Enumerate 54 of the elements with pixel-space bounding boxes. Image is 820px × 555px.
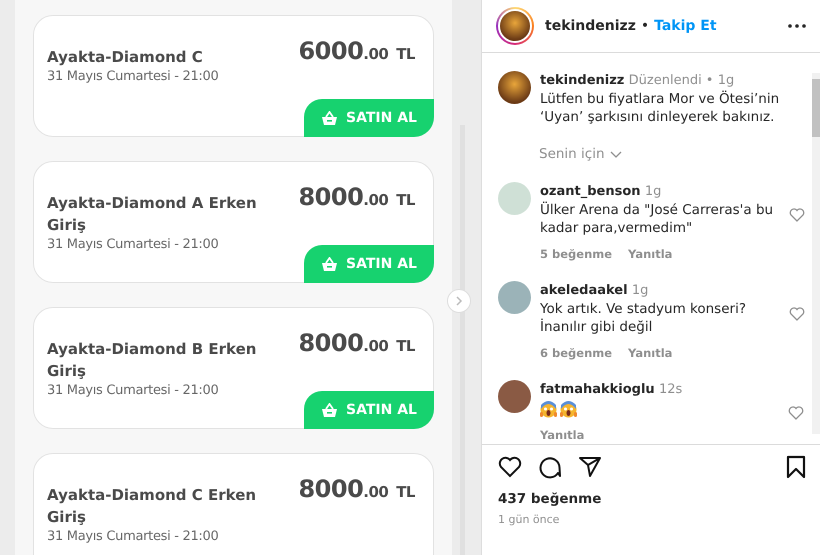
likes-count[interactable]: 6 beğenme: [540, 344, 612, 362]
screaming-face-icon: [560, 401, 577, 418]
ticket-date: 31 Mayıs Cumartesi - 21:00: [47, 237, 218, 252]
reply-link[interactable]: Yanıtla: [628, 344, 672, 362]
comment-time: 1g: [644, 184, 662, 199]
comment-time: 1g: [632, 283, 648, 298]
chevron-right-icon: [455, 296, 463, 306]
ticket-date: 31 Mayıs Cumartesi - 21:00: [47, 529, 218, 544]
likes-count[interactable]: 437 beğenme: [498, 491, 602, 507]
edited-label: Düzenlendi •: [628, 73, 714, 88]
avatar[interactable]: [496, 7, 534, 45]
ticket-price: 8000.00 TL: [298, 474, 415, 505]
avatar[interactable]: [498, 380, 531, 413]
ticket-name: Ayakta-Diamond C Erken Giriş: [47, 485, 258, 528]
buy-button[interactable]: SATIN AL: [304, 245, 434, 283]
comment-time: 12s: [658, 382, 682, 397]
scrollbar[interactable]: [812, 73, 820, 434]
comment-icon[interactable]: [538, 455, 562, 479]
likes-count[interactable]: 5 beğenme: [540, 245, 612, 263]
comment-text: Yok artık. Ve stadyum konseri? İnanılır gibi değil: [540, 300, 747, 336]
basket-icon: [321, 402, 338, 418]
separator-dot: •: [640, 18, 650, 34]
buy-button[interactable]: SATIN AL: [304, 391, 434, 429]
ticket-price: 8000.00 TL: [298, 182, 415, 213]
follow-link[interactable]: Takip Et: [654, 18, 717, 34]
comment-text: Ülker Arena da "José Carreras'a bu kadar para,vermedim": [540, 201, 774, 237]
username-link[interactable]: ozant_benson: [540, 184, 641, 199]
more-options-icon[interactable]: [788, 24, 806, 28]
ticket-date: 31 Mayıs Cumartesi - 21:00: [47, 69, 218, 84]
username-link[interactable]: tekindenizz: [540, 73, 624, 88]
heart-icon[interactable]: [498, 456, 522, 478]
reply-link[interactable]: Yanıtla: [628, 245, 672, 263]
ticket-name: Ayakta-Diamond A Erken Giriş: [47, 193, 258, 236]
comment-time: 1g: [718, 73, 734, 88]
ticket-name: Ayakta-Diamond C: [47, 47, 204, 68]
basket-icon: [321, 256, 338, 272]
comment-filter-dropdown[interactable]: Senin için: [539, 146, 622, 162]
basket-icon: [321, 110, 338, 126]
caption-text: Lütfen bu fiyatlara Mor ve Ötesi’nin ‘Uyan’ şarkısını dinleyerek bakınız.: [540, 90, 780, 126]
ticket-date: 31 Mayıs Cumartesi - 21:00: [47, 383, 218, 398]
username-link[interactable]: fatmahakkioglu: [540, 382, 655, 397]
buy-button[interactable]: SATIN AL: [304, 99, 434, 137]
username-link[interactable]: tekindenizz: [545, 18, 636, 34]
ticket-price: 8000.00 TL: [298, 328, 415, 359]
send-icon[interactable]: [578, 456, 602, 478]
username-link[interactable]: akeledaakel: [540, 283, 628, 298]
ticket-name: Ayakta-Diamond B Erken Giriş: [47, 339, 258, 382]
screaming-face-icon: [540, 401, 557, 418]
ticket-price: 6000.00 TL: [298, 36, 415, 67]
avatar[interactable]: [498, 71, 531, 104]
reply-link[interactable]: Yanıtla: [540, 426, 584, 444]
bookmark-icon[interactable]: [786, 455, 806, 479]
post-date: 1 gün önce: [498, 513, 560, 526]
chevron-down-icon: [610, 150, 622, 158]
